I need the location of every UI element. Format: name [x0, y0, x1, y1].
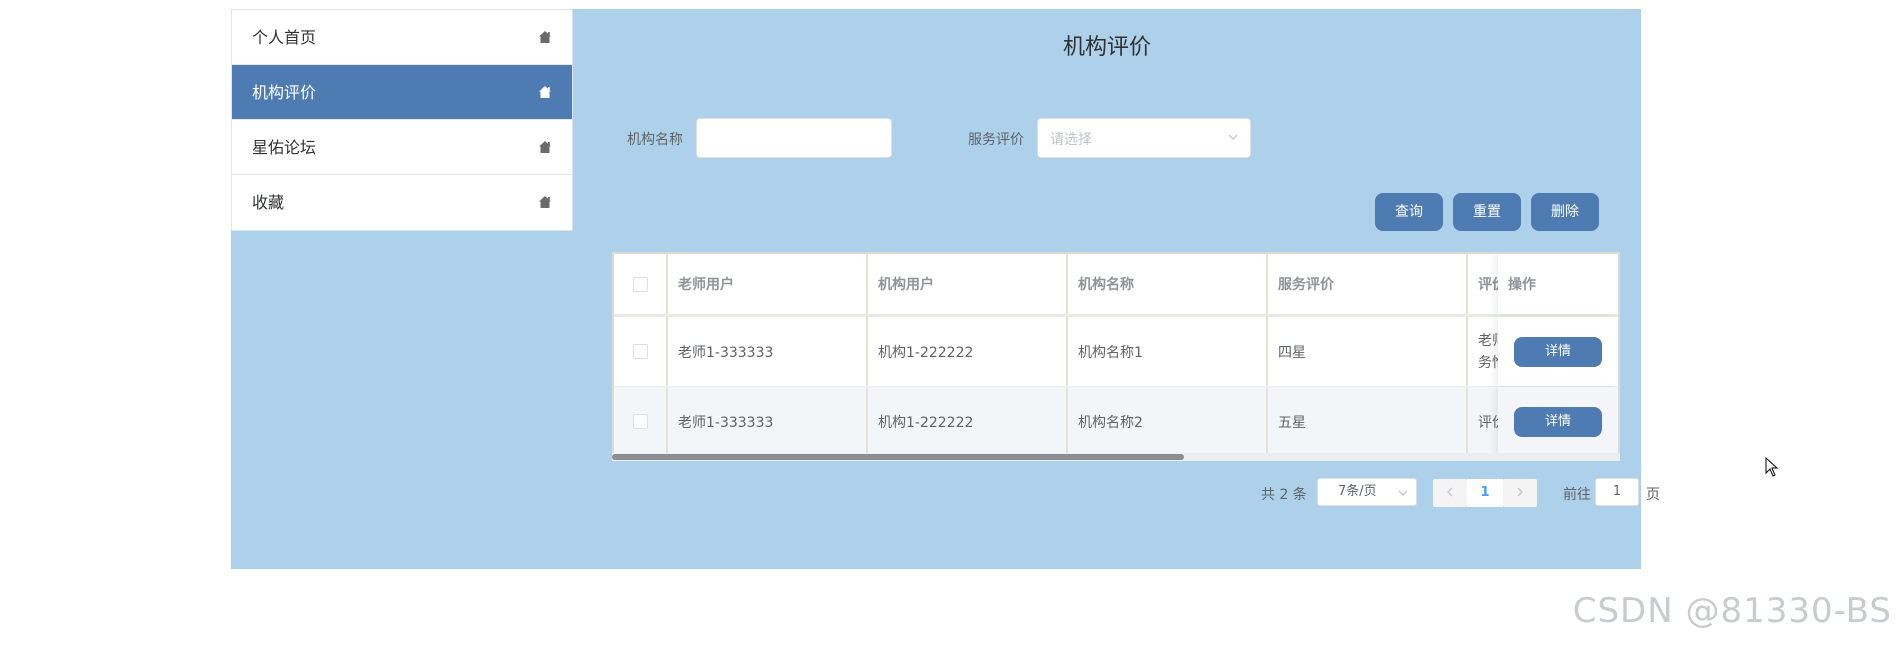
select-all-checkbox[interactable] [632, 276, 648, 292]
cell-teacher: 老师1-333333 [668, 387, 868, 456]
table-row[interactable]: 老师1-333333 机构1-222222 机构名称2 五星 评价 详情 [614, 387, 1618, 457]
chevron-down-icon [1228, 134, 1238, 140]
goto-label: 前往 [1563, 487, 1591, 503]
cell-org-user: 机构1-222222 [868, 387, 1068, 456]
sidebar-item-label: 机构评价 [252, 83, 317, 102]
page-number-current[interactable]: 1 [1467, 479, 1503, 507]
pagination-total: 共 2 条 [1261, 487, 1307, 503]
header-actions: 操作 [1498, 254, 1618, 314]
page-suffix-label: 页 [1646, 487, 1660, 503]
row-checkbox[interactable] [632, 344, 648, 359]
sidebar-item-label: 个人首页 [252, 28, 317, 47]
query-button[interactable]: 查询 [1375, 193, 1443, 231]
cell-org-name: 机构名称2 [1068, 387, 1268, 456]
chevron-left-icon [1447, 487, 1453, 497]
reset-button[interactable]: 重置 [1453, 193, 1521, 231]
table-horizontal-scrollbar[interactable] [612, 453, 1620, 461]
org-name-label: 机构名称 [627, 132, 683, 148]
scrollbar-thumb[interactable] [612, 454, 1184, 460]
cell-teacher: 老师1-333333 [668, 317, 868, 386]
table-row[interactable]: 老师1-333333 机构1-222222 机构名称1 四星 老师 务惟 详情 [614, 317, 1618, 387]
cell-rating: 四星 [1268, 317, 1468, 386]
home-icon [539, 141, 551, 153]
home-icon [539, 86, 551, 98]
page-size-select[interactable]: 7条/页 [1317, 478, 1417, 506]
row-checkbox-cell [614, 387, 668, 456]
sidebar-item-label: 收藏 [252, 193, 285, 212]
sidebar-menu: 个人首页 机构评价 星佑论坛 收藏 [231, 9, 573, 231]
detail-button[interactable]: 详情 [1514, 336, 1602, 367]
page-title: 机构评价 [1062, 35, 1151, 60]
cell-org-user: 机构1-222222 [868, 317, 1068, 386]
app-frame: 个人首页 机构评价 星佑论坛 收藏 机构评价 机构名称 服务评价 请选择 查询 … [231, 9, 1779, 569]
table-header-row: 老师用户 机构用户 机构名称 服务评价 评价 操作 [614, 254, 1618, 317]
chevron-right-icon [1517, 487, 1523, 497]
goto-page-input[interactable]: 1 [1595, 478, 1639, 506]
prev-page-button[interactable] [1433, 479, 1467, 507]
chevron-down-icon [1398, 490, 1408, 496]
review-table: 老师用户 机构用户 机构名称 服务评价 评价 操作 老师1-333333 机构1… [612, 252, 1620, 459]
next-page-button[interactable] [1503, 479, 1537, 507]
actions-cell: 详情 [1498, 387, 1618, 456]
cell-rating: 五星 [1268, 387, 1468, 456]
page-size-value: 7条/页 [1338, 484, 1377, 499]
header-org-name[interactable]: 机构名称 [1068, 254, 1268, 314]
sidebar-item-label: 星佑论坛 [252, 138, 317, 157]
sidebar-item-favorites[interactable]: 收藏 [232, 175, 572, 230]
sidebar-item-home[interactable]: 个人首页 [232, 10, 572, 65]
actions-cell: 详情 [1498, 317, 1618, 386]
service-rating-label: 服务评价 [968, 132, 1024, 148]
sidebar-item-org-review[interactable]: 机构评价 [232, 65, 572, 120]
org-name-input[interactable] [696, 118, 892, 158]
cell-org-name: 机构名称1 [1068, 317, 1268, 386]
home-icon [539, 31, 551, 43]
header-org-user[interactable]: 机构用户 [868, 254, 1068, 314]
home-icon [539, 196, 551, 208]
header-rating[interactable]: 服务评价 [1268, 254, 1468, 314]
detail-button[interactable]: 详情 [1514, 406, 1602, 437]
watermark: CSDN @81330-BS [1572, 591, 1892, 631]
service-rating-placeholder: 请选择 [1050, 132, 1092, 148]
service-rating-select[interactable]: 请选择 [1037, 118, 1251, 158]
mouse-cursor-icon [1765, 457, 1779, 477]
header-checkbox-cell [614, 254, 668, 314]
delete-button[interactable]: 删除 [1531, 193, 1599, 231]
main-content: 机构评价 机构名称 服务评价 请选择 查询 重置 删除 老师用户 机构用户 机构… [573, 9, 1779, 569]
sidebar-item-forum[interactable]: 星佑论坛 [232, 120, 572, 175]
header-teacher[interactable]: 老师用户 [668, 254, 868, 314]
row-checkbox-cell [614, 317, 668, 386]
row-checkbox[interactable] [632, 414, 648, 429]
